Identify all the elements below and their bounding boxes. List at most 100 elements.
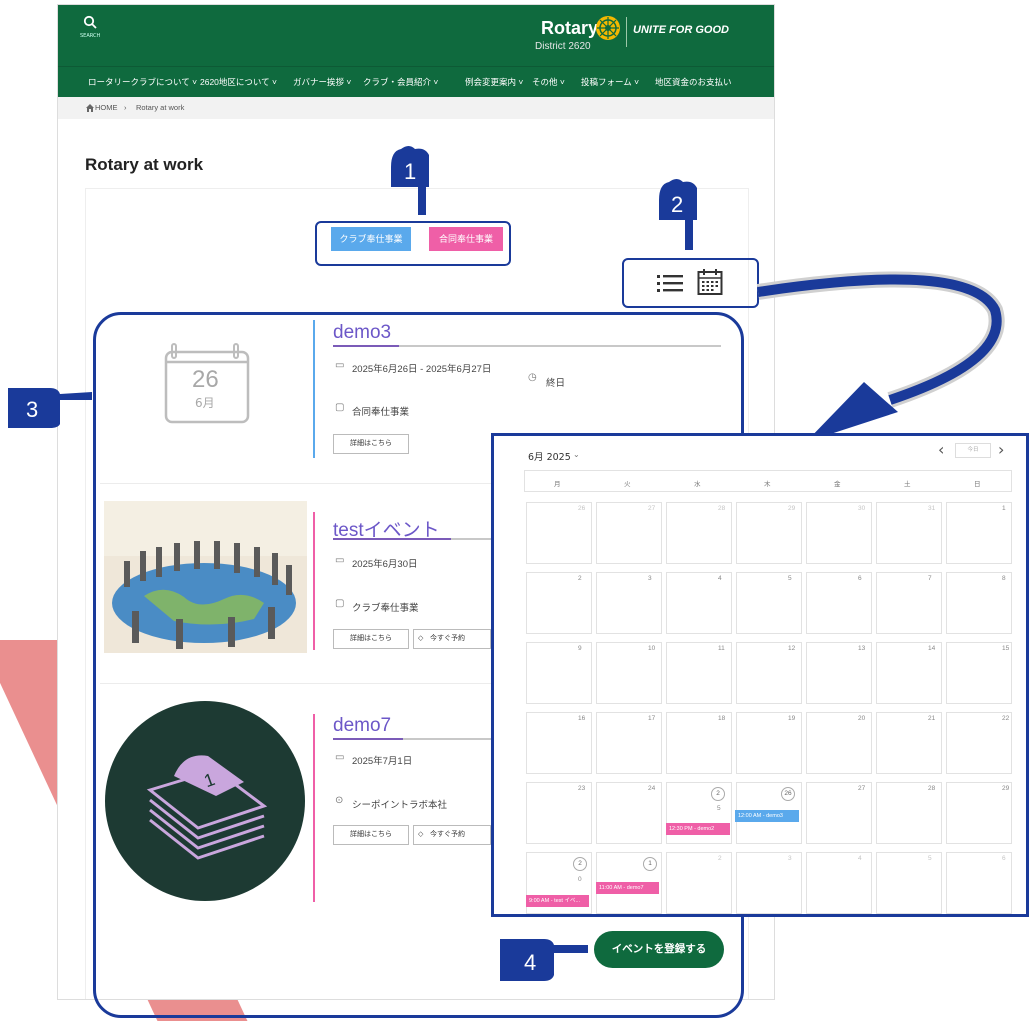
calendar-event-chip[interactable]: 11:00 AM - demo7 <box>596 882 659 894</box>
calendar-day-number: 19 <box>788 715 796 722</box>
calendar-day-number: 29 <box>788 505 796 512</box>
calendar-day-number: 28 <box>928 785 936 792</box>
calendar-day-number: 2 <box>718 855 722 862</box>
nav-item-other[interactable]: その他 ˅ <box>532 76 565 88</box>
calendar-day-number: 6 <box>1002 855 1006 862</box>
calendar-day-number: 8 <box>1002 575 1006 582</box>
prev-month-icon[interactable]: ‹ <box>938 440 944 459</box>
calendar-day-cell[interactable] <box>806 852 872 914</box>
calendar-day-number: 5 <box>928 855 932 862</box>
day-badge[interactable]: 1 <box>643 857 657 871</box>
calendar-day-cell[interactable] <box>876 572 942 634</box>
clock-icon: ◷ <box>528 372 537 383</box>
nav-item-post-form[interactable]: 投稿フォーム ˅ <box>581 76 639 88</box>
event-image-calendar: 1 <box>105 701 305 901</box>
search-icon[interactable] <box>83 15 97 29</box>
today-button[interactable]: 今日 <box>955 443 991 458</box>
event-reserve-button[interactable]: ◇ 今すぐ予約 <box>413 629 491 649</box>
register-event-button[interactable]: イベントを登録する <box>594 931 724 968</box>
calendar-day-cell[interactable] <box>736 572 802 634</box>
home-icon <box>86 104 94 112</box>
weekday-sat: 土 <box>904 481 911 488</box>
breadcrumb-home[interactable]: HOME <box>95 103 118 112</box>
thumb-month: 6月 <box>195 396 215 410</box>
calendar-day-number: 28 <box>718 505 726 512</box>
calendar-day-cell[interactable] <box>736 852 802 914</box>
calendar-day-cell[interactable] <box>526 642 592 704</box>
event-title[interactable]: demo3 <box>333 322 391 344</box>
event-reserve-button[interactable]: ◇ 今すぐ予約 <box>413 825 491 845</box>
calendar-event-chip[interactable]: 12:30 PM - demo2 <box>666 823 730 835</box>
calendar-day-number: 11 <box>718 645 725 652</box>
calendar-icon: ▭ <box>335 752 345 763</box>
thumb-day: 26 <box>192 366 219 393</box>
calendar-day-number: 3 <box>788 855 792 862</box>
title-underline-accent <box>333 538 451 540</box>
nav-item-meeting-change[interactable]: 例会変更案内 ˅ <box>465 76 523 88</box>
nav-item-about-district[interactable]: 2620地区について ˅ <box>200 76 277 88</box>
calendar-day-number: 23 <box>578 785 586 792</box>
calendar-day-number: 20 <box>858 715 866 722</box>
event-image-globe <box>104 501 307 653</box>
day-event-count: 5 <box>717 805 721 812</box>
calendar-icon: ▭ <box>335 360 345 371</box>
event-details-button[interactable]: 詳細はこちら <box>333 434 409 454</box>
ticket-icon: ◇ <box>418 831 424 838</box>
calendar-day-number: 26 <box>578 505 586 512</box>
calendar-day-cell[interactable] <box>876 852 942 914</box>
callout-number-3: 3 <box>26 397 38 422</box>
calendar-day-number: 22 <box>1002 715 1010 722</box>
calendar-day-cell[interactable] <box>526 572 592 634</box>
next-month-icon[interactable]: › <box>998 440 1004 459</box>
nav-item-governor[interactable]: ガバナー挨拶 ˅ <box>293 76 351 88</box>
event-details-button[interactable]: 詳細はこちら <box>333 825 409 845</box>
curved-arrow <box>756 271 1005 442</box>
calendar-month-label[interactable]: 6月 2025 <box>528 449 571 463</box>
calendar-day-number: 27 <box>858 785 866 792</box>
nav-item-payment[interactable]: 地区資金のお支払い <box>655 76 732 88</box>
event-category: 合同奉仕事業 <box>352 407 410 418</box>
weekday-fri: 金 <box>834 481 841 488</box>
nav-item-clubs-members[interactable]: クラブ・会員紹介 ˅ <box>363 76 438 88</box>
nav-item-about-club[interactable]: ロータリークラブについて ˅ <box>88 76 197 88</box>
search-label: SEARCH <box>80 33 101 39</box>
calendar-day-cell[interactable] <box>666 852 732 914</box>
calendar-day-number: 21 <box>928 715 936 722</box>
calendar-day-cell[interactable] <box>806 572 872 634</box>
calendar-day-number: 5 <box>788 575 792 582</box>
calendar-day-number: 24 <box>648 785 656 792</box>
event-details-button[interactable]: 詳細はこちら <box>333 629 409 649</box>
rotary-wheel-icon <box>596 16 620 40</box>
calendar-day-cell[interactable] <box>596 572 662 634</box>
day-badge[interactable]: 2 <box>711 787 725 801</box>
folder-icon: ▢ <box>335 402 345 413</box>
pointing-hand-icon: 2 <box>659 179 697 250</box>
screenshot-stage: SEARCH Rotary District 2620 UNITE FOR GO… <box>0 0 1032 1021</box>
main-nav: ロータリークラブについて ˅ 2620地区について ˅ ガバナー挨拶 ˅ クラブ… <box>58 66 774 97</box>
calendar-icon: ▭ <box>335 555 345 566</box>
event-title[interactable]: demo7 <box>333 715 391 737</box>
site-header: SEARCH Rotary District 2620 UNITE FOR GO… <box>58 5 774 66</box>
callout-number-1: 1 <box>404 159 416 184</box>
day-badge[interactable]: 2 <box>573 857 587 871</box>
day-event-count: 0 <box>578 876 582 883</box>
event-allday: 終日 <box>546 378 566 389</box>
event-accent-bar <box>313 320 315 458</box>
calendar-day-number: 4 <box>718 575 722 582</box>
event-category: クラブ奉仕事業 <box>352 603 419 614</box>
weekday-mon: 月 <box>554 481 561 488</box>
calendar-day-number: 10 <box>648 645 656 652</box>
weekday-wed: 水 <box>694 481 701 488</box>
day-badge[interactable]: 26 <box>781 787 795 801</box>
calendar-day-number: 12 <box>788 645 796 652</box>
calendar-event-chip[interactable]: 12:00 AM - demo3 <box>735 810 799 822</box>
breadcrumb-current: Rotary at work <box>136 103 185 112</box>
logo-district: District 2620 <box>535 41 591 52</box>
calendar-day-number: 29 <box>1002 785 1010 792</box>
folder-icon: ▢ <box>335 598 345 609</box>
calendar-day-number: 17 <box>648 715 656 722</box>
calendar-day-cell[interactable] <box>666 572 732 634</box>
chevron-down-icon[interactable]: ⌄ <box>573 450 580 459</box>
callout-box-2 <box>622 258 759 308</box>
calendar-event-chip[interactable]: 9:00 AM - test イベ... <box>526 895 589 907</box>
